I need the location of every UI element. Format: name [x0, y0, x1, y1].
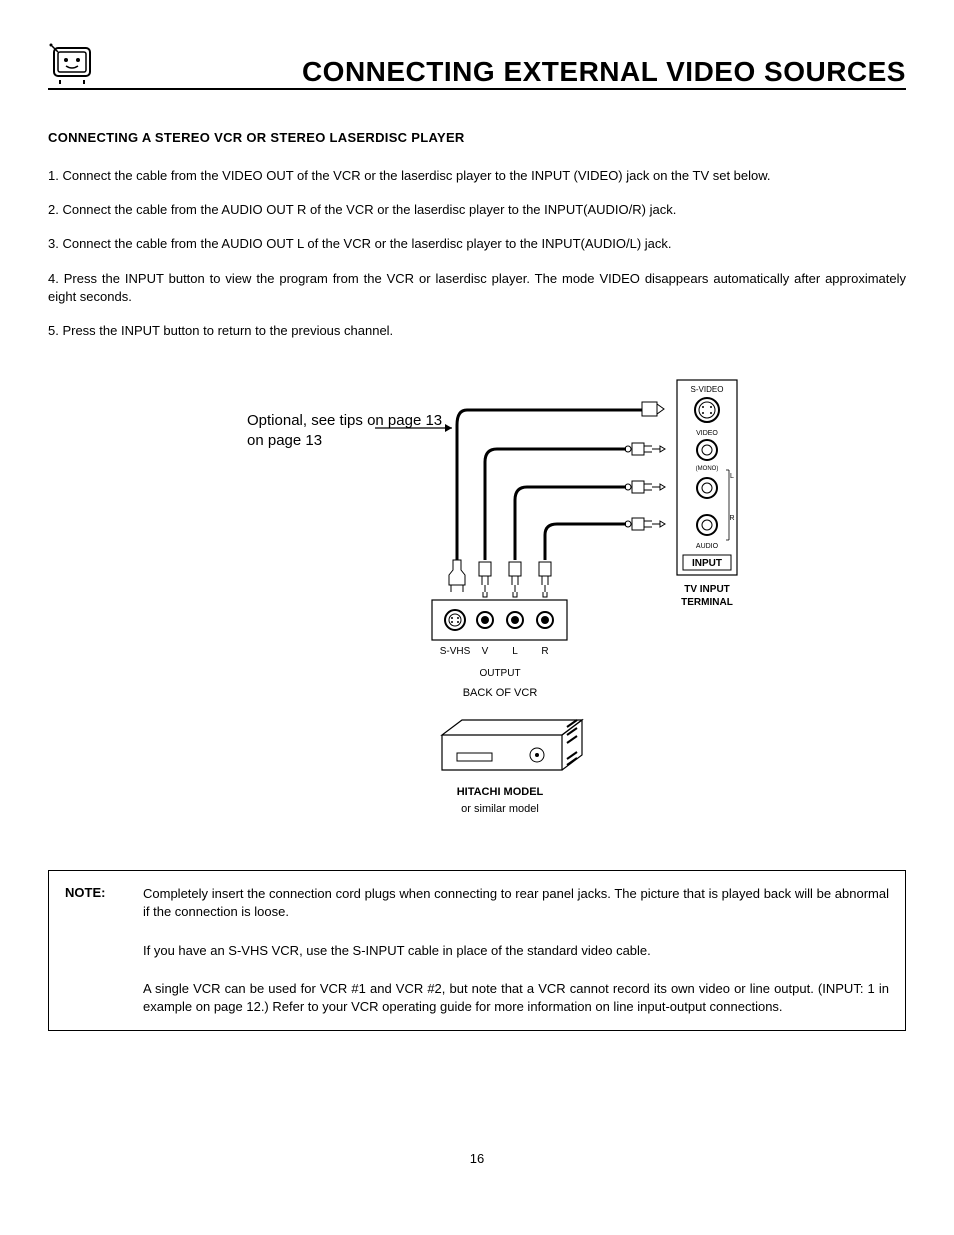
- svg-text:L: L: [730, 473, 734, 480]
- note-paragraph: A single VCR can be used for VCR #1 and …: [143, 980, 889, 1016]
- page-number: 16: [48, 1151, 906, 1166]
- step-item: 2. Connect the cable from the AUDIO OUT …: [48, 201, 906, 219]
- svg-text:AUDIO: AUDIO: [696, 543, 719, 550]
- svg-text:(MONO): (MONO): [696, 466, 719, 472]
- svg-text:INPUT: INPUT: [692, 558, 722, 569]
- svg-text:S-VIDEO: S-VIDEO: [691, 385, 724, 394]
- svhs-plug-down: [449, 560, 465, 592]
- svg-text:or similar model: or similar model: [461, 803, 539, 815]
- note-label: NOTE:: [65, 885, 143, 1016]
- instruction-list: 1. Connect the cable from the VIDEO OUT …: [48, 167, 906, 340]
- svg-text:HITACHI MODEL: HITACHI MODEL: [457, 786, 544, 798]
- svg-text:TV INPUT: TV INPUT: [684, 584, 730, 595]
- vcr-drawing: [442, 720, 582, 770]
- optional-text-line1: Optional, see tips on page 13: [247, 412, 442, 429]
- svg-text:TERMINAL: TERMINAL: [681, 597, 733, 608]
- svg-text:S-VHS: S-VHS: [440, 646, 471, 657]
- svideo-plug: [642, 402, 664, 416]
- connection-diagram: Optional, see tips on page 13 on page 13…: [177, 370, 777, 830]
- note-paragraph: If you have an S-VHS VCR, use the S-INPU…: [143, 942, 889, 960]
- svg-text:R: R: [729, 515, 734, 522]
- tv-logo-icon: [48, 40, 96, 88]
- step-item: 5. Press the INPUT button to return to t…: [48, 322, 906, 340]
- svg-text:BACK OF VCR: BACK OF VCR: [463, 687, 538, 699]
- svg-text:on page 13: on page 13: [247, 432, 322, 449]
- svg-text:R: R: [541, 646, 548, 657]
- svg-text:OUTPUT: OUTPUT: [479, 668, 520, 679]
- step-item: 4. Press the INPUT button to view the pr…: [48, 270, 906, 306]
- svg-text:V: V: [482, 646, 489, 657]
- svg-text:L: L: [512, 646, 518, 657]
- page-title: CONNECTING EXTERNAL VIDEO SOURCES: [302, 58, 906, 86]
- svg-text:VIDEO: VIDEO: [696, 430, 718, 437]
- step-item: 1. Connect the cable from the VIDEO OUT …: [48, 167, 906, 185]
- note-box: NOTE: Completely insert the connection c…: [48, 870, 906, 1031]
- step-item: 3. Connect the cable from the AUDIO OUT …: [48, 235, 906, 253]
- note-paragraph: Completely insert the connection cord pl…: [143, 885, 889, 921]
- section-heading: CONNECTING A STEREO VCR OR STEREO LASERD…: [48, 130, 906, 145]
